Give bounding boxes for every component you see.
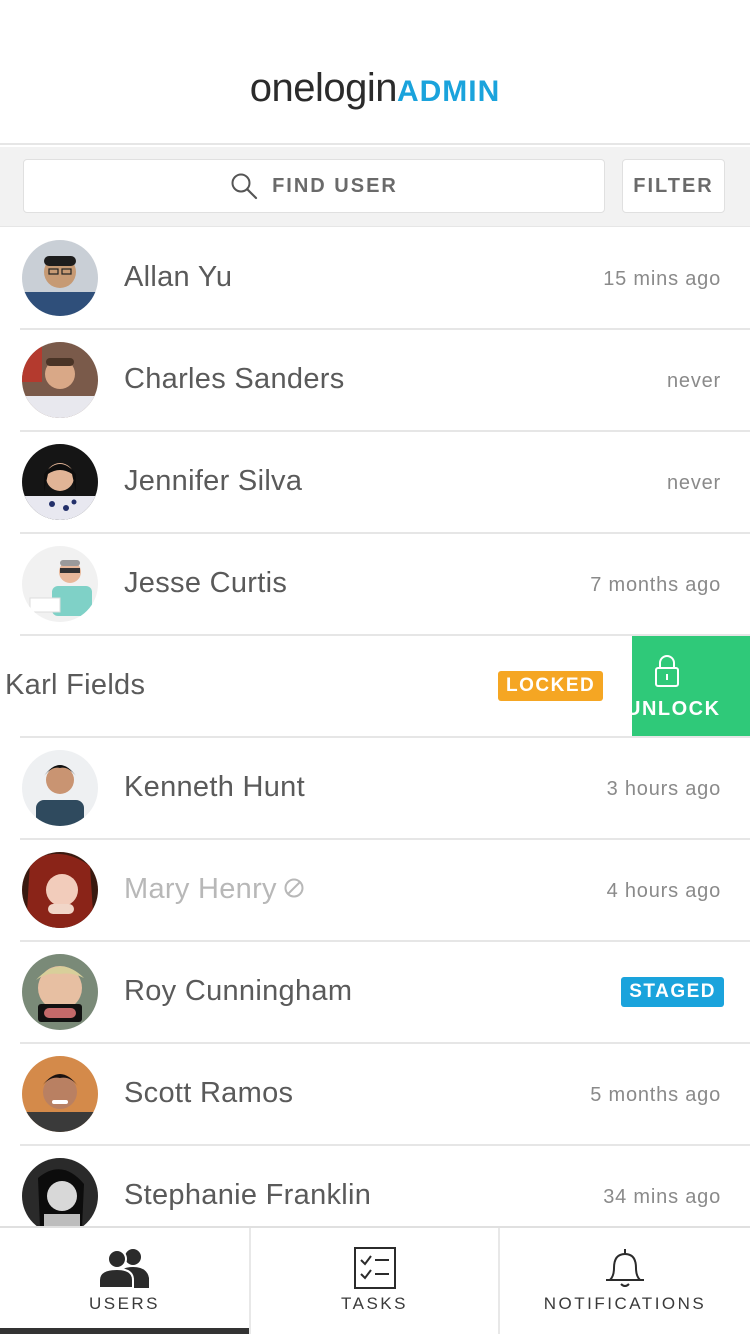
- tab-users[interactable]: USERS: [0, 1228, 251, 1334]
- tasks-icon: [353, 1247, 396, 1289]
- app-header: oneloginADMIN: [0, 0, 750, 145]
- user-name: Charles Sanders: [124, 363, 345, 395]
- user-name: Kenneth Hunt: [124, 771, 305, 803]
- user-row[interactable]: Jesse Curtis 7 months ago: [0, 534, 750, 636]
- avatar: [22, 852, 98, 928]
- staged-badge: STAGED: [621, 977, 724, 1007]
- tab-users-label: USERS: [88, 1294, 161, 1313]
- last-login-time: 4 hours ago: [606, 880, 721, 902]
- avatar: [22, 750, 98, 826]
- lock-icon: [655, 655, 679, 687]
- user-row[interactable]: Jennifer Silva never: [0, 432, 750, 534]
- unlock-label: UNLOCK: [632, 698, 721, 720]
- last-login-time: 3 hours ago: [606, 778, 721, 800]
- user-row[interactable]: Scott Ramos 5 months ago: [0, 1044, 750, 1146]
- last-login-time: never: [666, 370, 721, 392]
- onelogin-admin-logo: oneloginADMIN: [0, 66, 750, 111]
- user-name: Karl Fields: [5, 669, 146, 701]
- tab-notifications-label: NOTIFICATIONS: [543, 1294, 707, 1313]
- tab-notifications[interactable]: NOTIFICATIONS: [500, 1228, 750, 1334]
- user-row[interactable]: Roy Cunningham STAGED: [0, 942, 750, 1044]
- user-row[interactable]: Allan Yu 15 mins ago: [0, 228, 750, 330]
- disabled-icon: [284, 878, 304, 898]
- find-user-placeholder: FIND USER: [272, 174, 398, 197]
- avatar: [22, 1056, 98, 1132]
- user-row[interactable]: Charles Sanders never: [0, 330, 750, 432]
- last-login-time: 5 months ago: [590, 1084, 721, 1106]
- locked-badge: LOCKED: [498, 671, 604, 701]
- bottom-tab-bar: USERS TASKS NOTIFICATIONS: [0, 1226, 750, 1334]
- users-icon: [97, 1249, 149, 1288]
- user-name-text: Mary Henry: [124, 873, 277, 905]
- bell-icon: [606, 1249, 644, 1287]
- find-user-input[interactable]: FIND USER: [23, 159, 605, 213]
- search-icon: [231, 173, 258, 200]
- user-name: Stephanie Franklin: [124, 1179, 372, 1211]
- last-login-time: 15 mins ago: [603, 268, 721, 290]
- user-name: Allan Yu: [124, 261, 233, 293]
- user-row-swiped[interactable]: Karl Fields LOCKED UNLOCK: [0, 636, 750, 738]
- avatar: [22, 342, 98, 418]
- avatar: [22, 546, 98, 622]
- avatar: [22, 240, 98, 316]
- avatar: [22, 1158, 98, 1234]
- tab-tasks-label: TASKS: [341, 1294, 408, 1313]
- user-name: Scott Ramos: [124, 1077, 294, 1109]
- logo-admin-text: ADMIN: [396, 75, 501, 108]
- user-row[interactable]: Kenneth Hunt 3 hours ago: [0, 738, 750, 840]
- avatar: [22, 444, 98, 520]
- unlock-button[interactable]: UNLOCK: [632, 636, 750, 736]
- user-name: Jennifer Silva: [124, 465, 303, 497]
- user-list: Allan Yu 15 mins ago Charles Sanders nev…: [0, 228, 750, 1248]
- user-row[interactable]: Mary Henry 4 hours ago: [0, 840, 750, 942]
- last-login-time: 34 mins ago: [603, 1186, 721, 1208]
- filter-button[interactable]: FILTER: [622, 159, 725, 213]
- tab-tasks[interactable]: TASKS: [251, 1228, 500, 1334]
- logo-brand-text: onelogin: [249, 66, 398, 110]
- last-login-time: never: [666, 472, 721, 494]
- user-name: Jesse Curtis: [124, 567, 288, 599]
- last-login-time: 7 months ago: [590, 574, 721, 596]
- user-name: Mary Henry: [124, 873, 305, 906]
- search-bar: FIND USER FILTER: [0, 147, 750, 227]
- user-name: Roy Cunningham: [124, 975, 353, 1007]
- avatar: [22, 954, 98, 1030]
